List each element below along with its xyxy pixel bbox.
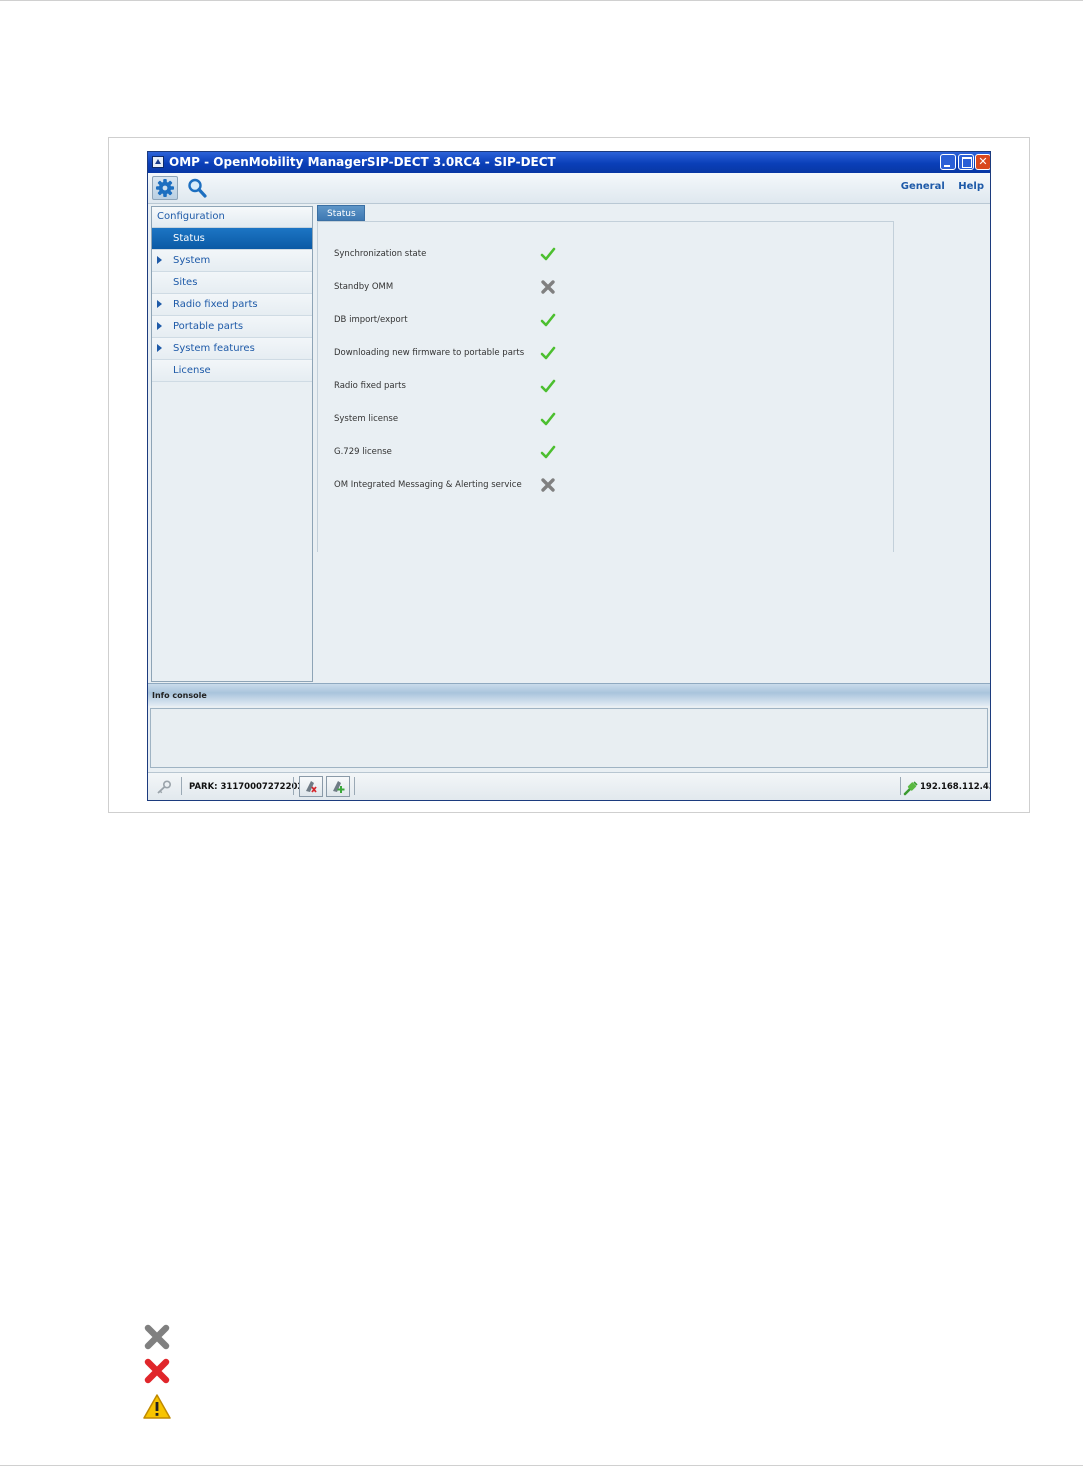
sidebar-item-label: Portable parts	[173, 321, 244, 332]
sidebar-item-label: System features	[173, 343, 255, 354]
window-title: OMP - OpenMobility ManagerSIP-DECT 3.0RC…	[169, 155, 556, 169]
sidebar-item-label: Sites	[173, 277, 198, 288]
toolbar-links: General Help	[891, 181, 984, 192]
check-icon	[540, 412, 556, 426]
sidebar-item-label: Status	[173, 233, 205, 244]
sidebar-item-label: License	[173, 365, 211, 376]
sidebar-item-system-features[interactable]: System features	[152, 338, 312, 360]
help-link[interactable]: Help	[958, 181, 984, 192]
status-row-label: DB import/export	[334, 315, 408, 325]
configuration-gear-icon[interactable]	[152, 176, 178, 200]
check-icon	[540, 379, 556, 393]
sidebar-item-system[interactable]: System	[152, 250, 312, 272]
info-console-header[interactable]: Info console	[148, 683, 990, 706]
status-row-label: OM Integrated Messaging & Alerting servi…	[334, 480, 522, 490]
sidebar-item-label: Radio fixed parts	[173, 299, 258, 310]
check-icon	[540, 445, 556, 459]
general-link[interactable]: General	[901, 181, 945, 192]
tab-status[interactable]: Status	[317, 205, 365, 221]
status-bar: PARK: 31170007272202 192.168.112.43	[148, 772, 991, 800]
info-console-area[interactable]	[150, 708, 988, 768]
connected-plug-icon	[903, 781, 918, 796]
status-row-label: Synchronization state	[334, 249, 427, 259]
search-icon[interactable]	[186, 177, 208, 199]
phone-add-icon	[333, 781, 345, 793]
info-console-label: Info console	[152, 691, 207, 700]
minimize-button[interactable]	[940, 154, 956, 170]
status-separator	[354, 777, 355, 795]
toolbar: General Help	[148, 173, 990, 204]
sidebar-item-portable-parts[interactable]: Portable parts	[152, 316, 312, 338]
expand-arrow-icon[interactable]	[157, 256, 162, 264]
page-top-rule	[0, 0, 1083, 1]
content-area: Status Synchronization state Standby OMM…	[315, 205, 990, 683]
expand-arrow-icon[interactable]	[157, 300, 162, 308]
gray-x-icon	[541, 478, 555, 492]
status-row-label: G.729 license	[334, 447, 392, 457]
omp-window: OMP - OpenMobility ManagerSIP-DECT 3.0RC…	[147, 151, 991, 801]
sidebar-item-license[interactable]: License	[152, 360, 312, 382]
status-separator	[181, 777, 182, 795]
expand-arrow-icon[interactable]	[157, 322, 162, 330]
check-icon	[540, 247, 556, 261]
warning-icon	[143, 1394, 171, 1419]
status-row-label: Radio fixed parts	[334, 381, 406, 391]
status-panel: Synchronization state Standby OMM DB imp…	[317, 221, 894, 552]
gray-x-icon	[541, 280, 555, 294]
sidebar-item-sites[interactable]: Sites	[152, 272, 312, 294]
close-button[interactable]: ✕	[975, 154, 990, 170]
park-number: PARK: 31170007272202	[189, 782, 304, 792]
check-icon	[540, 346, 556, 360]
gray-x-icon	[144, 1324, 170, 1350]
app-icon[interactable]	[152, 156, 164, 168]
key-icon[interactable]	[156, 780, 172, 794]
check-icon	[540, 313, 556, 327]
ip-address: 192.168.112.43	[920, 782, 991, 792]
phone-alert-button[interactable]	[299, 776, 323, 797]
page-bottom-rule	[0, 1465, 1083, 1466]
status-icon-legend	[143, 1323, 171, 1423]
expand-arrow-icon[interactable]	[157, 344, 162, 352]
status-separator	[900, 777, 901, 795]
red-x-icon	[144, 1358, 170, 1384]
connection-status: 192.168.112.43	[903, 780, 991, 796]
status-row-label: System license	[334, 414, 399, 424]
phone-add-button[interactable]	[326, 776, 350, 797]
status-row-label: Standby OMM	[334, 282, 394, 292]
maximize-button[interactable]	[958, 154, 974, 170]
status-row-label: Downloading new firmware to portable par…	[334, 348, 525, 358]
title-bar[interactable]: OMP - OpenMobility ManagerSIP-DECT 3.0RC…	[148, 152, 990, 173]
phone-alert-icon	[306, 781, 317, 793]
sidebar-item-label: System	[173, 255, 211, 266]
sidebar-item-radio-fixed-parts[interactable]: Radio fixed parts	[152, 294, 312, 316]
sidebar-item-status[interactable]: Status	[152, 228, 312, 250]
navigation-sidebar: Configuration Status System Sites Radio …	[151, 206, 313, 682]
status-separator	[293, 777, 294, 795]
sidebar-header-configuration[interactable]: Configuration	[152, 207, 312, 228]
